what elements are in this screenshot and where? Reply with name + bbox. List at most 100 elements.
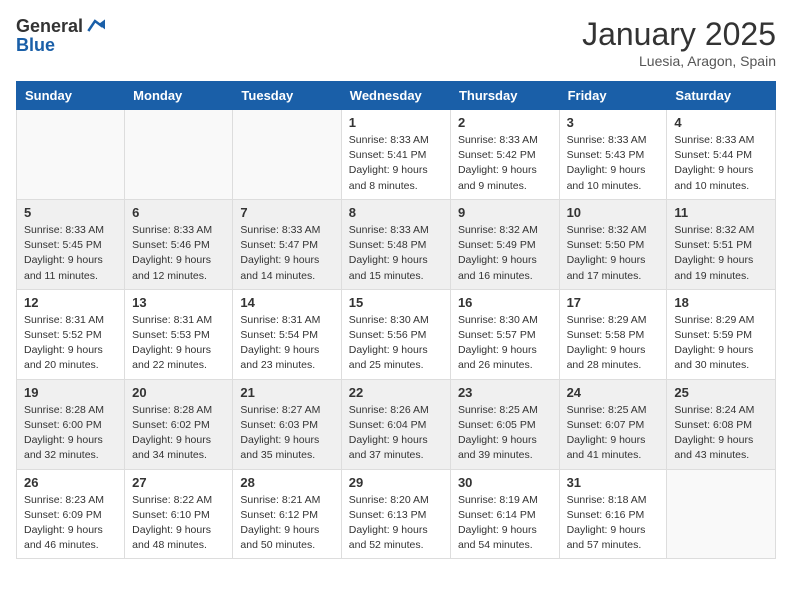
day-info: Sunrise: 8:31 AM Sunset: 5:54 PM Dayligh… — [240, 313, 333, 374]
calendar: SundayMondayTuesdayWednesdayThursdayFrid… — [16, 81, 776, 559]
day-number: 22 — [349, 385, 443, 400]
calendar-cell — [233, 110, 341, 200]
calendar-cell: 11 Sunrise: 8:32 AM Sunset: 5:51 PM Dayli… — [667, 199, 776, 289]
day-info: Sunrise: 8:32 AM Sunset: 5:49 PM Dayligh… — [458, 223, 552, 284]
calendar-week-row: 5 Sunrise: 8:33 AM Sunset: 5:45 PM Daylig… — [17, 199, 776, 289]
day-info: Sunrise: 8:28 AM Sunset: 6:00 PM Dayligh… — [24, 403, 117, 464]
day-info: Sunrise: 8:33 AM Sunset: 5:47 PM Dayligh… — [240, 223, 333, 284]
calendar-cell: 5 Sunrise: 8:33 AM Sunset: 5:45 PM Daylig… — [17, 199, 125, 289]
calendar-cell: 4 Sunrise: 8:33 AM Sunset: 5:44 PM Daylig… — [667, 110, 776, 200]
day-info: Sunrise: 8:31 AM Sunset: 5:53 PM Dayligh… — [132, 313, 225, 374]
day-number: 10 — [567, 205, 660, 220]
day-info: Sunrise: 8:23 AM Sunset: 6:09 PM Dayligh… — [24, 493, 117, 554]
day-number: 30 — [458, 475, 552, 490]
day-number: 25 — [674, 385, 768, 400]
day-info: Sunrise: 8:26 AM Sunset: 6:04 PM Dayligh… — [349, 403, 443, 464]
calendar-cell: 1Sunrise: 8:33 AM Sunset: 5:41 PM Daylig… — [341, 110, 450, 200]
day-number: 6 — [132, 205, 225, 220]
calendar-cell: 13 Sunrise: 8:31 AM Sunset: 5:53 PM Dayli… — [125, 289, 233, 379]
weekday-header-sunday: Sunday — [17, 82, 125, 110]
day-number: 11 — [674, 205, 768, 220]
page-header: General Blue January 2025 Luesia, Aragon… — [16, 16, 776, 69]
calendar-cell: 25Sunrise: 8:24 AM Sunset: 6:08 PM Dayli… — [667, 379, 776, 469]
day-info: Sunrise: 8:33 AM Sunset: 5:42 PM Dayligh… — [458, 133, 552, 194]
day-number: 13 — [132, 295, 225, 310]
weekday-header-thursday: Thursday — [450, 82, 559, 110]
calendar-cell: 22 Sunrise: 8:26 AM Sunset: 6:04 PM Dayli… — [341, 379, 450, 469]
calendar-cell: 26 Sunrise: 8:23 AM Sunset: 6:09 PM Dayli… — [17, 469, 125, 559]
day-info: Sunrise: 8:28 AM Sunset: 6:02 PM Dayligh… — [132, 403, 225, 464]
day-info: Sunrise: 8:33 AM Sunset: 5:44 PM Dayligh… — [674, 133, 768, 194]
calendar-cell: 19 Sunrise: 8:28 AM Sunset: 6:00 PM Dayli… — [17, 379, 125, 469]
day-number: 7 — [240, 205, 333, 220]
day-number: 19 — [24, 385, 117, 400]
day-info: Sunrise: 8:29 AM Sunset: 5:59 PM Dayligh… — [674, 313, 768, 374]
calendar-cell: 21 Sunrise: 8:27 AM Sunset: 6:03 PM Dayli… — [233, 379, 341, 469]
day-number: 5 — [24, 205, 117, 220]
calendar-cell: 16Sunrise: 8:30 AM Sunset: 5:57 PM Dayli… — [450, 289, 559, 379]
calendar-week-row: 12 Sunrise: 8:31 AM Sunset: 5:52 PM Dayli… — [17, 289, 776, 379]
day-number: 24 — [567, 385, 660, 400]
logo-text-blue: Blue — [16, 35, 55, 55]
day-number: 21 — [240, 385, 333, 400]
calendar-cell: 10 Sunrise: 8:32 AM Sunset: 5:50 PM Dayli… — [559, 199, 667, 289]
calendar-cell: 3Sunrise: 8:33 AM Sunset: 5:43 PM Daylig… — [559, 110, 667, 200]
day-info: Sunrise: 8:27 AM Sunset: 6:03 PM Dayligh… — [240, 403, 333, 464]
weekday-header-wednesday: Wednesday — [341, 82, 450, 110]
day-number: 20 — [132, 385, 225, 400]
calendar-cell: 15 Sunrise: 8:30 AM Sunset: 5:56 PM Dayli… — [341, 289, 450, 379]
day-info: Sunrise: 8:33 AM Sunset: 5:46 PM Dayligh… — [132, 223, 225, 284]
day-number: 2 — [458, 115, 552, 130]
title-block: January 2025 Luesia, Aragon, Spain — [582, 16, 776, 69]
day-number: 31 — [567, 475, 660, 490]
day-number: 29 — [349, 475, 443, 490]
calendar-cell: 29 Sunrise: 8:20 AM Sunset: 6:13 PM Dayli… — [341, 469, 450, 559]
calendar-cell — [125, 110, 233, 200]
calendar-cell: 2 Sunrise: 8:33 AM Sunset: 5:42 PM Daylig… — [450, 110, 559, 200]
calendar-cell: 24 Sunrise: 8:25 AM Sunset: 6:07 PM Dayli… — [559, 379, 667, 469]
calendar-cell: 9 Sunrise: 8:32 AM Sunset: 5:49 PM Daylig… — [450, 199, 559, 289]
day-number: 3 — [567, 115, 660, 130]
calendar-cell: 20 Sunrise: 8:28 AM Sunset: 6:02 PM Dayli… — [125, 379, 233, 469]
calendar-week-row: 26 Sunrise: 8:23 AM Sunset: 6:09 PM Dayli… — [17, 469, 776, 559]
day-number: 28 — [240, 475, 333, 490]
day-number: 17 — [567, 295, 660, 310]
day-number: 26 — [24, 475, 117, 490]
calendar-week-row: 19 Sunrise: 8:28 AM Sunset: 6:00 PM Dayli… — [17, 379, 776, 469]
day-number: 18 — [674, 295, 768, 310]
calendar-cell: 12 Sunrise: 8:31 AM Sunset: 5:52 PM Dayli… — [17, 289, 125, 379]
day-number: 8 — [349, 205, 443, 220]
logo: General Blue — [16, 16, 105, 56]
day-number: 27 — [132, 475, 225, 490]
logo-text-general: General — [16, 17, 83, 35]
day-info: Sunrise: 8:20 AM Sunset: 6:13 PM Dayligh… — [349, 493, 443, 554]
day-info: Sunrise: 8:33 AM Sunset: 5:45 PM Dayligh… — [24, 223, 117, 284]
day-number: 9 — [458, 205, 552, 220]
weekday-header-monday: Monday — [125, 82, 233, 110]
day-info: Sunrise: 8:30 AM Sunset: 5:56 PM Dayligh… — [349, 313, 443, 374]
day-info: Sunrise: 8:30 AM Sunset: 5:57 PM Dayligh… — [458, 313, 552, 374]
day-info: Sunrise: 8:33 AM Sunset: 5:41 PM Dayligh… — [349, 133, 443, 194]
day-info: Sunrise: 8:32 AM Sunset: 5:51 PM Dayligh… — [674, 223, 768, 284]
day-info: Sunrise: 8:19 AM Sunset: 6:14 PM Dayligh… — [458, 493, 552, 554]
calendar-cell: 7 Sunrise: 8:33 AM Sunset: 5:47 PM Daylig… — [233, 199, 341, 289]
day-info: Sunrise: 8:25 AM Sunset: 6:07 PM Dayligh… — [567, 403, 660, 464]
calendar-cell: 27 Sunrise: 8:22 AM Sunset: 6:10 PM Dayli… — [125, 469, 233, 559]
calendar-cell — [17, 110, 125, 200]
weekday-header-row: SundayMondayTuesdayWednesdayThursdayFrid… — [17, 82, 776, 110]
calendar-cell: 17Sunrise: 8:29 AM Sunset: 5:58 PM Dayli… — [559, 289, 667, 379]
day-number: 4 — [674, 115, 768, 130]
day-info: Sunrise: 8:31 AM Sunset: 5:52 PM Dayligh… — [24, 313, 117, 374]
calendar-cell: 8Sunrise: 8:33 AM Sunset: 5:48 PM Daylig… — [341, 199, 450, 289]
day-number: 12 — [24, 295, 117, 310]
day-info: Sunrise: 8:25 AM Sunset: 6:05 PM Dayligh… — [458, 403, 552, 464]
location: Luesia, Aragon, Spain — [582, 53, 776, 69]
day-number: 23 — [458, 385, 552, 400]
day-info: Sunrise: 8:21 AM Sunset: 6:12 PM Dayligh… — [240, 493, 333, 554]
day-info: Sunrise: 8:32 AM Sunset: 5:50 PM Dayligh… — [567, 223, 660, 284]
day-number: 15 — [349, 295, 443, 310]
calendar-cell: 31Sunrise: 8:18 AM Sunset: 6:16 PM Dayli… — [559, 469, 667, 559]
calendar-cell: 28 Sunrise: 8:21 AM Sunset: 6:12 PM Dayli… — [233, 469, 341, 559]
calendar-cell: 18 Sunrise: 8:29 AM Sunset: 5:59 PM Dayli… — [667, 289, 776, 379]
day-info: Sunrise: 8:22 AM Sunset: 6:10 PM Dayligh… — [132, 493, 225, 554]
